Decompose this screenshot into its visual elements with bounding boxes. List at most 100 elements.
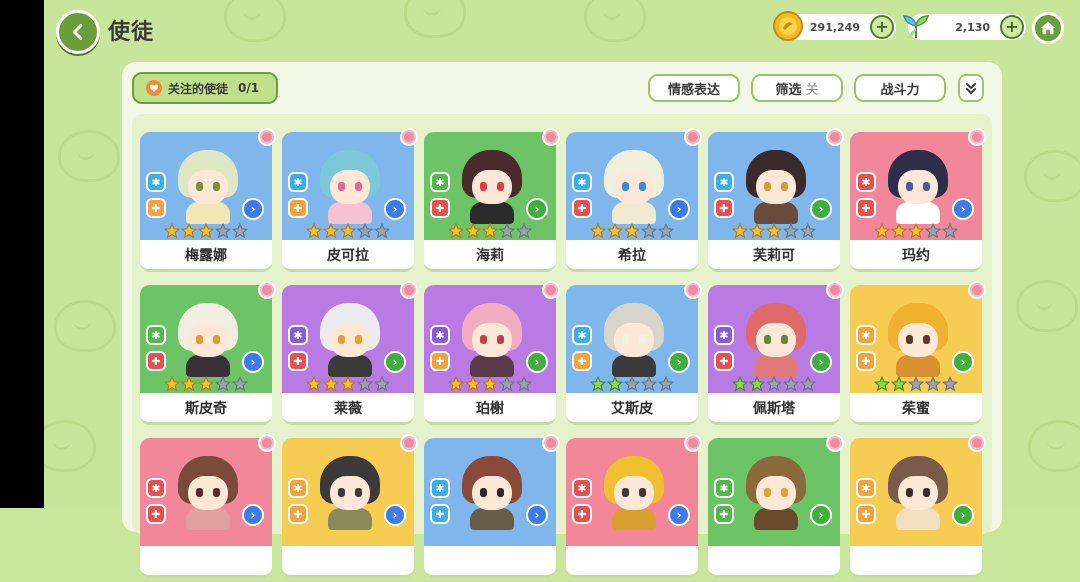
star-icon	[590, 376, 606, 392]
star-icon	[164, 376, 180, 392]
class-icon: ✚	[572, 198, 592, 218]
favorite-flower-icon[interactable]	[400, 434, 418, 452]
emotion-button[interactable]: 情感表达	[648, 74, 740, 102]
apostle-card[interactable]: ✱ ✚ ›	[708, 434, 844, 582]
class-icon: ✚	[430, 198, 450, 218]
character-art	[462, 303, 522, 377]
star-icon	[448, 223, 464, 239]
apostle-name	[282, 546, 414, 578]
apostle-portrait: ✱ ✚ ›	[424, 132, 556, 240]
character-art	[462, 456, 522, 530]
star-icon	[465, 223, 481, 239]
apostle-portrait: ✱ ✚ ›	[282, 285, 414, 393]
follow-count: 0/1	[238, 81, 260, 95]
add-gem-button[interactable]: +	[1000, 15, 1024, 39]
add-gold-button[interactable]: +	[870, 15, 894, 39]
character-art	[462, 150, 522, 224]
star-icon	[232, 376, 248, 392]
favorite-flower-icon[interactable]	[400, 128, 418, 146]
apostle-card[interactable]: ✱ ✚ › 希拉	[566, 128, 702, 276]
apostle-name: 莱薇	[282, 393, 414, 425]
apostle-card[interactable]: ✱ ✚ ›	[566, 434, 702, 582]
element-icon: ✱	[572, 478, 592, 498]
apostle-card[interactable]: ✱ ✚ ›	[424, 434, 560, 582]
character-art	[746, 150, 806, 224]
star-icon	[198, 223, 214, 239]
apostle-portrait: ✱ ✚ ›	[708, 132, 840, 240]
star-rating	[306, 376, 390, 392]
star-icon	[516, 223, 532, 239]
apostle-card[interactable]: ✱ ✚ › 珀榭	[424, 281, 560, 429]
character-art	[320, 456, 380, 530]
apostle-card[interactable]: ✱ ✚ › 芙莉可	[708, 128, 844, 276]
apostle-card[interactable]: ✱ ✚ › 茱蜜	[850, 281, 986, 429]
element-icon: ✱	[572, 325, 592, 345]
star-icon	[624, 223, 640, 239]
star-icon	[516, 376, 532, 392]
apostle-portrait: ✱ ✚ ›	[140, 285, 272, 393]
chevron-right-icon: ›	[242, 504, 264, 526]
gem-amount: 2,130	[955, 20, 990, 34]
class-icon: ✚	[146, 351, 166, 371]
character-art	[178, 150, 238, 224]
favorite-flower-icon[interactable]	[400, 281, 418, 299]
gold-coin-icon	[773, 11, 803, 41]
class-icon: ✚	[714, 198, 734, 218]
favorite-flower-icon[interactable]	[968, 434, 986, 452]
apostle-card[interactable]: ✱ ✚ ›	[140, 434, 276, 582]
star-icon	[482, 223, 498, 239]
favorite-flower-icon[interactable]	[258, 434, 276, 452]
favorite-flower-icon[interactable]	[826, 434, 844, 452]
apostle-card[interactable]: ✱ ✚ ›	[282, 434, 418, 582]
apostle-card[interactable]: ✱ ✚ › 艾斯皮	[566, 281, 702, 429]
apostle-portrait: ✱ ✚ ›	[850, 285, 982, 393]
favorite-flower-icon[interactable]	[542, 434, 560, 452]
home-button[interactable]	[1032, 12, 1064, 44]
star-rating	[590, 223, 674, 239]
character-art	[604, 303, 664, 377]
character-art	[746, 303, 806, 377]
favorite-flower-icon[interactable]	[258, 281, 276, 299]
element-icon: ✱	[430, 172, 450, 192]
apostle-card[interactable]: ✱ ✚ › 斯皮奇	[140, 281, 276, 429]
apostle-portrait: ✱ ✚ ›	[424, 285, 556, 393]
element-icon: ✱	[430, 478, 450, 498]
chevron-right-icon: ›	[810, 504, 832, 526]
star-icon	[658, 376, 674, 392]
star-icon	[800, 376, 816, 392]
apostle-card[interactable]: ✱ ✚ › 梅露娜	[140, 128, 276, 276]
apostle-card[interactable]: ✱ ✚ › 海莉	[424, 128, 560, 276]
favorite-flower-icon[interactable]	[684, 434, 702, 452]
favorite-flower-icon[interactable]	[968, 281, 986, 299]
filter-button[interactable]: 筛选 关	[751, 74, 843, 102]
star-icon	[766, 223, 782, 239]
element-icon: ✱	[714, 478, 734, 498]
page-title: 使徒	[108, 20, 155, 45]
element-icon: ✱	[146, 172, 166, 192]
apostle-card[interactable]: ✱ ✚ › 佩斯塔	[708, 281, 844, 429]
favorite-flower-icon[interactable]	[258, 128, 276, 146]
apostle-card[interactable]: ✱ ✚ › 玛约	[850, 128, 986, 276]
favorite-flower-icon[interactable]	[542, 281, 560, 299]
apostle-card[interactable]: ✱ ✚ › 莱薇	[282, 281, 418, 429]
chevron-right-icon: ›	[526, 351, 548, 373]
star-icon	[181, 223, 197, 239]
favorite-flower-icon[interactable]	[684, 281, 702, 299]
favorite-flower-icon[interactable]	[968, 128, 986, 146]
favorite-flower-icon[interactable]	[826, 281, 844, 299]
favorite-flower-icon[interactable]	[684, 128, 702, 146]
star-icon	[198, 376, 214, 392]
character-art	[888, 303, 948, 377]
favorite-flower-icon[interactable]	[542, 128, 560, 146]
home-icon	[1040, 21, 1056, 35]
element-icon: ✱	[146, 478, 166, 498]
chevron-right-icon: ›	[526, 198, 548, 220]
expand-sort-button[interactable]	[958, 74, 984, 102]
sort-power-button[interactable]: 战斗力	[854, 74, 946, 102]
chevron-double-down-icon	[966, 83, 976, 95]
back-button[interactable]	[56, 10, 100, 54]
favorite-flower-icon[interactable]	[826, 128, 844, 146]
apostle-card[interactable]: ✱ ✚ › 皮可拉	[282, 128, 418, 276]
followed-apostles-filter[interactable]: 关注的使徒 0/1	[132, 72, 278, 104]
apostle-card[interactable]: ✱ ✚ ›	[850, 434, 986, 582]
